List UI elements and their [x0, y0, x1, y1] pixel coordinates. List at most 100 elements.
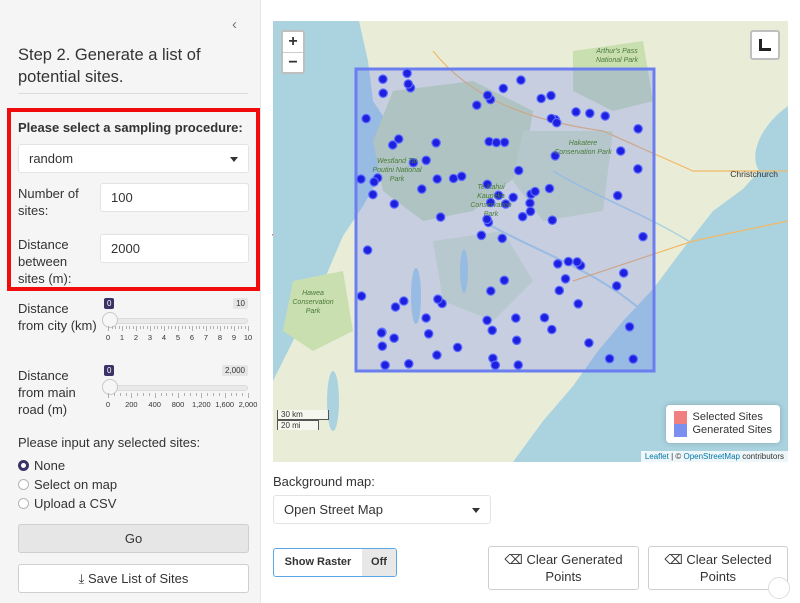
site-point[interactable] — [611, 281, 622, 291]
site-point[interactable] — [628, 354, 638, 364]
site-point[interactable] — [389, 199, 400, 209]
site-point[interactable] — [472, 100, 482, 110]
site-point[interactable] — [390, 302, 401, 312]
city-distance-slider[interactable]: 0 10 0 1 2 3 4 5 6 7 8 9 10 — [102, 298, 252, 346]
site-point[interactable] — [530, 186, 540, 197]
site-point[interactable] — [399, 296, 409, 306]
site-point[interactable] — [482, 90, 493, 101]
site-point[interactable] — [572, 257, 582, 267]
site-point[interactable] — [486, 286, 496, 296]
road-distance-slider[interactable]: 0 2,000 0 200 400 800 1,200 1,600 2,000 — [102, 365, 257, 413]
resize-icon[interactable] — [768, 577, 790, 599]
radio-none[interactable]: None — [18, 458, 65, 473]
site-point[interactable] — [604, 353, 615, 364]
map-canvas[interactable] — [273, 21, 788, 462]
site-point[interactable] — [554, 285, 565, 296]
site-point[interactable] — [563, 256, 574, 267]
site-point[interactable] — [551, 117, 562, 128]
fullscreen-button[interactable] — [750, 30, 780, 60]
site-point[interactable] — [404, 358, 414, 369]
site-point[interactable] — [448, 173, 459, 184]
site-point[interactable] — [431, 138, 441, 148]
site-point[interactable] — [525, 206, 536, 217]
site-point[interactable] — [491, 137, 502, 148]
clear-generated-button[interactable]: ⌫ Clear Generated Points — [488, 546, 639, 590]
site-point[interactable] — [356, 291, 367, 301]
site-point[interactable] — [476, 230, 487, 241]
site-point[interactable] — [380, 360, 390, 370]
site-point[interactable] — [618, 268, 629, 278]
slider-track[interactable] — [108, 385, 248, 391]
leaflet-link[interactable]: Leaflet — [645, 452, 669, 461]
site-point[interactable] — [633, 164, 643, 174]
site-point[interactable] — [403, 79, 414, 89]
site-point[interactable] — [432, 350, 442, 360]
site-point[interactable] — [482, 315, 492, 326]
site-point[interactable] — [497, 233, 507, 244]
site-point[interactable] — [417, 184, 427, 194]
site-point[interactable] — [584, 338, 594, 348]
background-map-select[interactable]: Open Street Map — [273, 495, 491, 524]
site-point[interactable] — [368, 189, 378, 200]
site-point[interactable] — [516, 75, 526, 85]
site-point[interactable] — [498, 83, 509, 94]
site-point[interactable] — [513, 165, 524, 176]
site-point[interactable] — [633, 124, 643, 134]
site-point[interactable] — [573, 298, 583, 309]
site-point[interactable] — [433, 294, 443, 304]
zoom-in-button[interactable]: + — [283, 32, 303, 52]
site-point[interactable] — [378, 88, 388, 98]
site-point[interactable] — [615, 146, 626, 156]
site-point[interactable] — [389, 333, 399, 343]
site-point[interactable] — [511, 313, 521, 323]
site-point[interactable] — [499, 275, 510, 286]
site-point[interactable] — [544, 183, 555, 194]
site-point[interactable] — [517, 211, 528, 222]
collapse-sidebar-icon[interactable]: ‹ — [232, 17, 237, 32]
site-point[interactable] — [393, 134, 404, 144]
site-point[interactable] — [584, 108, 595, 119]
site-point[interactable] — [546, 90, 556, 101]
radio-upload-csv[interactable]: Upload a CSV — [18, 496, 116, 511]
site-point[interactable] — [377, 341, 388, 351]
distance-input[interactable]: 2000 — [100, 234, 249, 263]
site-point[interactable] — [362, 245, 373, 255]
site-point[interactable] — [435, 212, 446, 222]
site-point[interactable] — [552, 259, 563, 269]
site-point[interactable] — [432, 174, 442, 184]
site-point[interactable] — [511, 335, 522, 346]
site-point[interactable] — [571, 107, 581, 117]
site-point[interactable] — [513, 360, 523, 370]
site-point[interactable] — [600, 111, 610, 121]
raster-state[interactable]: Off — [362, 549, 396, 576]
site-point[interactable] — [499, 137, 510, 148]
map-view[interactable]: Christchurch Arthur's Pass National Park… — [273, 21, 788, 462]
site-point[interactable] — [525, 198, 535, 208]
site-point[interactable] — [378, 74, 388, 84]
site-point[interactable] — [624, 321, 635, 332]
site-point[interactable] — [490, 360, 501, 370]
site-point[interactable] — [423, 328, 434, 339]
go-button[interactable]: Go — [18, 524, 249, 553]
site-point[interactable] — [456, 171, 467, 182]
site-point[interactable] — [452, 342, 463, 353]
show-raster-toggle[interactable]: Show Raster Off — [273, 548, 397, 577]
site-point[interactable] — [376, 328, 387, 338]
site-point[interactable] — [539, 312, 550, 323]
site-point[interactable] — [560, 273, 571, 284]
save-sites-button[interactable]: ⤓ Save List of Sites — [18, 564, 249, 593]
site-point[interactable] — [421, 313, 431, 323]
site-point[interactable] — [402, 68, 412, 79]
num-sites-input[interactable]: 100 — [100, 183, 249, 212]
site-point[interactable] — [612, 190, 623, 201]
site-point[interactable] — [536, 93, 546, 104]
radio-select-on-map[interactable]: Select on map — [18, 477, 117, 492]
site-point[interactable] — [361, 113, 371, 124]
radio-unchecked-icon[interactable] — [18, 498, 29, 509]
site-point[interactable] — [638, 231, 648, 242]
site-point[interactable] — [356, 174, 366, 184]
clear-selected-button[interactable]: ⌫ Clear Selected Points — [648, 546, 788, 590]
radio-unchecked-icon[interactable] — [18, 479, 29, 490]
site-point[interactable] — [487, 325, 497, 336]
radio-checked-icon[interactable] — [18, 460, 29, 471]
